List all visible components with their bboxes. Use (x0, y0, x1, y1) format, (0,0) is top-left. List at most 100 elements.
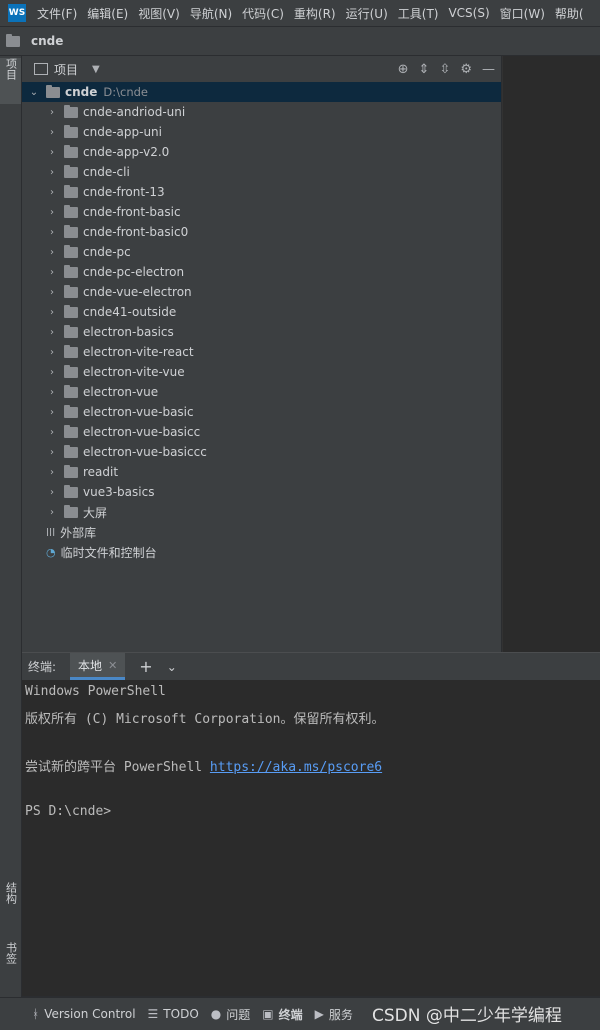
tree-folder-item[interactable]: › readit (22, 462, 501, 482)
tree-folder-item[interactable]: › cnde-app-v2.0 (22, 142, 501, 162)
tree-folder-label: cnde-andriod-uni (83, 105, 186, 119)
tree-folder-item[interactable]: › electron-vue-basiccc (22, 442, 501, 462)
terminal-line: Windows PowerShell (25, 684, 166, 699)
chevron-down-icon[interactable]: ▼ (92, 64, 100, 75)
menu-view[interactable]: 视图(V) (138, 5, 180, 22)
chevron-right-icon[interactable]: › (46, 127, 58, 138)
tree-folder-item[interactable]: › cnde-front-basic (22, 202, 501, 222)
chevron-right-icon[interactable]: › (46, 247, 58, 258)
folder-icon (6, 33, 20, 47)
menu-file[interactable]: 文件(F) (37, 5, 77, 22)
project-panel-title[interactable]: 项目 (54, 61, 78, 78)
chevron-right-icon[interactable]: › (46, 207, 58, 218)
tree-folder-item[interactable]: › vue3-basics (22, 482, 501, 502)
close-icon[interactable]: ✕ (108, 659, 117, 672)
tree-folder-item[interactable]: › cnde-pc-electron (22, 262, 501, 282)
tree-folder-label: electron-vue-basic (83, 405, 194, 419)
menu-navigate[interactable]: 导航(N) (190, 5, 232, 22)
tree-folder-item[interactable]: › cnde-front-basic0 (22, 222, 501, 242)
external-libraries[interactable]: lll 外部库 (22, 522, 501, 542)
folder-icon (64, 504, 78, 518)
tree-folder-item[interactable]: › cnde41-outside (22, 302, 501, 322)
menu-window[interactable]: 窗口(W) (500, 5, 545, 22)
tab-project-label: 项目 (4, 58, 18, 80)
pscore-link[interactable]: https://aka.ms/pscore6 (210, 760, 382, 775)
tree-folder-item[interactable]: › cnde-pc (22, 242, 501, 262)
tab-todo[interactable]: ☰ TODO (148, 1007, 199, 1021)
tab-project[interactable]: 项目 (0, 58, 21, 104)
tree-root[interactable]: ⌄ cnde D:\cnde (22, 82, 501, 102)
menu-code[interactable]: 代码(C) (242, 5, 284, 22)
tab-bookmarks[interactable]: 书签 (0, 942, 21, 988)
chevron-right-icon[interactable]: › (46, 387, 58, 398)
chevron-right-icon[interactable]: › (46, 227, 58, 238)
tree-folder-item[interactable]: › cnde-front-13 (22, 182, 501, 202)
tree-folder-label: vue3-basics (83, 485, 155, 499)
plus-icon[interactable]: + (139, 657, 152, 676)
scratches-consoles[interactable]: ◔ 临时文件和控制台 (22, 542, 501, 562)
tree-folder-item[interactable]: › electron-basics (22, 322, 501, 342)
chevron-down-icon[interactable]: ⌄ (167, 660, 177, 674)
gear-icon[interactable]: ⚙ (460, 62, 472, 77)
tree-folder-item[interactable]: › electron-vue-basic (22, 402, 501, 422)
chevron-right-icon[interactable]: › (46, 347, 58, 358)
folder-icon (64, 264, 78, 278)
tab-version-control-label: Version Control (44, 1007, 136, 1021)
project-view-icon (34, 63, 48, 75)
chevron-right-icon[interactable]: › (46, 307, 58, 318)
collapse-all-icon[interactable]: ⇳ (439, 62, 450, 77)
menu-run[interactable]: 运行(U) (346, 5, 388, 22)
expand-all-icon[interactable]: ⇕ (419, 62, 430, 77)
tab-version-control[interactable]: ᚼ Version Control (32, 1007, 136, 1021)
chevron-right-icon[interactable]: › (46, 267, 58, 278)
tree-folder-item[interactable]: › cnde-app-uni (22, 122, 501, 142)
tree-folder-item[interactable]: › electron-vite-vue (22, 362, 501, 382)
breadcrumb[interactable]: cnde (31, 34, 63, 48)
tree-folder-label: cnde-front-basic0 (83, 225, 189, 239)
tab-structure[interactable]: 结构 (0, 882, 21, 928)
chevron-right-icon[interactable]: › (46, 407, 58, 418)
tab-problems[interactable]: ● 问题 (211, 1006, 251, 1023)
tree-folder-item[interactable]: › electron-vue-basicc (22, 422, 501, 442)
menu-refactor[interactable]: 重构(R) (294, 5, 336, 22)
info-icon: ● (210, 1007, 222, 1021)
chevron-right-icon[interactable]: › (46, 107, 58, 118)
tree-folder-item[interactable]: › electron-vue (22, 382, 501, 402)
folder-icon (46, 84, 60, 98)
terminal-header: 终端: 本地 ✕ + ⌄ (22, 652, 600, 680)
menu-bar: WS 文件(F) 编辑(E) 视图(V) 导航(N) 代码(C) 重构(R) 运… (0, 0, 600, 26)
tree-folder-item[interactable]: › cnde-cli (22, 162, 501, 182)
branch-icon: ᚼ (32, 1007, 40, 1021)
chevron-right-icon[interactable]: › (46, 187, 58, 198)
tree-folder-item[interactable]: › electron-vite-react (22, 342, 501, 362)
chevron-right-icon[interactable]: › (46, 287, 58, 298)
chevron-right-icon[interactable]: › (46, 167, 58, 178)
menu-tools[interactable]: 工具(T) (398, 5, 439, 22)
list-icon: ☰ (147, 1007, 159, 1021)
menu-vcs[interactable]: VCS(S) (448, 6, 489, 20)
minus-icon[interactable]: — (482, 62, 495, 77)
chevron-right-icon[interactable]: › (46, 507, 58, 518)
menu-help[interactable]: 帮助( (555, 5, 584, 22)
chevron-right-icon[interactable]: › (46, 427, 58, 438)
tab-services[interactable]: ▶ 服务 (315, 1006, 353, 1023)
chevron-right-icon[interactable]: › (46, 447, 58, 458)
terminal-output[interactable]: Windows PowerShell 版权所有 (C) Microsoft Co… (22, 680, 600, 996)
folder-icon (64, 144, 78, 158)
tab-terminal[interactable]: ▣ 终端 (262, 1006, 302, 1023)
project-toolbar: ⊕ ⇕ ⇳ ⚙ — (398, 56, 495, 82)
chevron-right-icon[interactable]: › (46, 327, 58, 338)
tree-folder-item[interactable]: › cnde-vue-electron (22, 282, 501, 302)
terminal-tab-local[interactable]: 本地 ✕ (70, 653, 126, 680)
tree-folder-label: cnde-cli (83, 165, 130, 179)
chevron-right-icon[interactable]: › (46, 147, 58, 158)
tree-folder-item[interactable]: › 大屏 (22, 502, 501, 522)
tree-folder-item[interactable]: › cnde-andriod-uni (22, 102, 501, 122)
chevron-right-icon[interactable]: › (46, 467, 58, 478)
crosshair-icon[interactable]: ⊕ (398, 62, 409, 77)
watermark: CSDN @中二少年学编程 (372, 1006, 562, 1026)
menu-edit[interactable]: 编辑(E) (87, 5, 128, 22)
chevron-right-icon[interactable]: › (46, 487, 58, 498)
chevron-down-icon[interactable]: ⌄ (28, 87, 40, 98)
chevron-right-icon[interactable]: › (46, 367, 58, 378)
